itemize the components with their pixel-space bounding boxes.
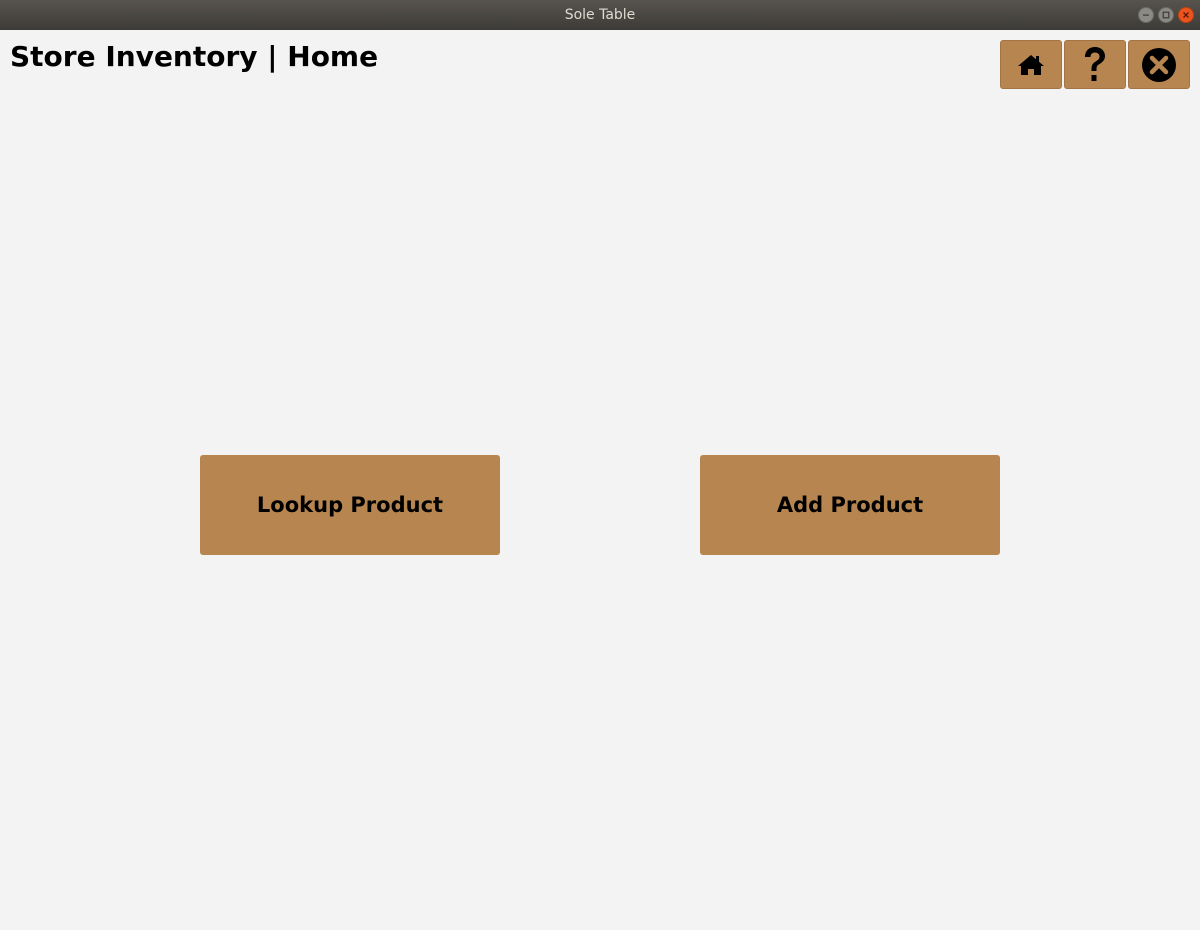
app-window: Store Inventory | Home Lookup Product Ad…	[0, 30, 1200, 930]
top-toolbar	[1000, 40, 1190, 89]
maximize-window-button[interactable]	[1158, 7, 1174, 23]
home-icon	[1018, 54, 1044, 75]
close-icon	[1183, 12, 1189, 18]
close-window-button[interactable]	[1178, 7, 1194, 23]
exit-button[interactable]	[1128, 40, 1190, 89]
page-title: Store Inventory | Home	[10, 40, 379, 73]
maximize-icon	[1162, 11, 1170, 19]
window-controls	[1138, 7, 1194, 23]
home-button[interactable]	[1000, 40, 1062, 89]
help-button[interactable]	[1064, 40, 1126, 89]
close-circle-icon	[1142, 47, 1176, 82]
lookup-product-button[interactable]: Lookup Product	[200, 455, 500, 555]
question-mark-icon	[1085, 46, 1105, 81]
add-product-button[interactable]: Add Product	[700, 455, 1000, 555]
window-titlebar: Sole Table	[0, 0, 1200, 30]
minimize-window-button[interactable]	[1138, 7, 1154, 23]
minimize-icon	[1143, 14, 1149, 16]
window-title: Sole Table	[564, 7, 636, 23]
